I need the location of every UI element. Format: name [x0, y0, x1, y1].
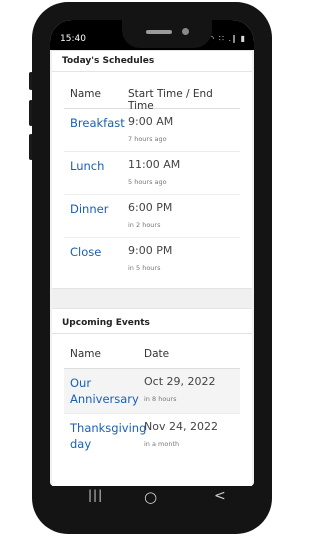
events-title: Upcoming Events — [52, 309, 252, 334]
schedule-relative: 7 hours ago — [128, 135, 167, 143]
event-relative: in 8 hours — [144, 395, 177, 403]
events-header-row: Name Date — [64, 338, 240, 369]
schedule-time: 11:00 AM — [128, 158, 181, 171]
schedule-row[interactable]: Breakfast 9:00 AM 7 hours ago — [64, 109, 240, 152]
android-nav-bar: ||| ○ < — [32, 468, 272, 534]
event-date: Oct 29, 2022 — [144, 375, 216, 388]
home-button[interactable]: ○ — [144, 488, 157, 506]
event-row[interactable]: Thanksgiving day Nov 24, 2022 in a month — [64, 414, 240, 458]
schedule-relative: 5 hours ago — [128, 178, 167, 186]
schedule-row[interactable]: Dinner 6:00 PM in 2 hours — [64, 195, 240, 238]
schedule-name[interactable]: Breakfast — [70, 115, 125, 131]
status-icons: ◠ ∷ .∥ ▮ — [207, 34, 246, 43]
events-card: Upcoming Events Name Date Our Anniversar… — [52, 308, 252, 486]
phone-frame: 15:40 ◠ ∷ .∥ ▮ Today's Schedules Name St… — [32, 2, 272, 534]
schedules-card: Today's Schedules Name Start Time / End … — [52, 50, 252, 289]
status-time: 15:40 — [60, 34, 86, 44]
schedule-time: 6:00 PM — [128, 201, 173, 214]
speaker-grille — [146, 30, 172, 34]
phone-notch — [122, 20, 212, 48]
schedule-relative: in 5 hours — [128, 264, 161, 272]
schedule-row[interactable]: Lunch 11:00 AM 5 hours ago — [64, 152, 240, 195]
schedules-header-row: Name Start Time / End Time — [64, 78, 240, 112]
schedule-name[interactable]: Lunch — [70, 158, 104, 174]
schedules-title: Today's Schedules — [52, 51, 252, 72]
event-name-line1: Thanksgiving — [70, 421, 147, 435]
schedule-name[interactable]: Dinner — [70, 201, 108, 217]
events-header-date: Date — [144, 348, 170, 360]
event-name[interactable]: Thanksgiving day — [70, 420, 146, 452]
event-name-line2: day — [70, 437, 92, 451]
app-content[interactable]: Today's Schedules Name Start Time / End … — [50, 50, 254, 486]
event-name-line1: Our — [70, 376, 92, 390]
event-date: Nov 24, 2022 — [144, 420, 218, 433]
recent-apps-button[interactable]: ||| — [88, 488, 103, 502]
phone-screen: 15:40 ◠ ∷ .∥ ▮ Today's Schedules Name St… — [50, 20, 254, 486]
schedule-relative: in 2 hours — [128, 221, 161, 229]
back-button[interactable]: < — [214, 488, 226, 504]
event-name[interactable]: Our Anniversary — [70, 375, 139, 407]
event-relative: in a month — [144, 440, 180, 448]
event-name-line2: Anniversary — [70, 392, 139, 406]
schedule-row[interactable]: Close 9:00 PM in 5 hours — [64, 238, 240, 280]
schedule-time: 9:00 AM — [128, 115, 174, 128]
schedule-name[interactable]: Close — [70, 244, 101, 260]
schedules-header-name: Name — [70, 88, 101, 100]
events-header-name: Name — [70, 348, 101, 360]
event-row[interactable]: Our Anniversary Oct 29, 2022 in 8 hours — [64, 369, 240, 414]
front-camera — [182, 28, 189, 35]
schedule-time: 9:00 PM — [128, 244, 173, 257]
